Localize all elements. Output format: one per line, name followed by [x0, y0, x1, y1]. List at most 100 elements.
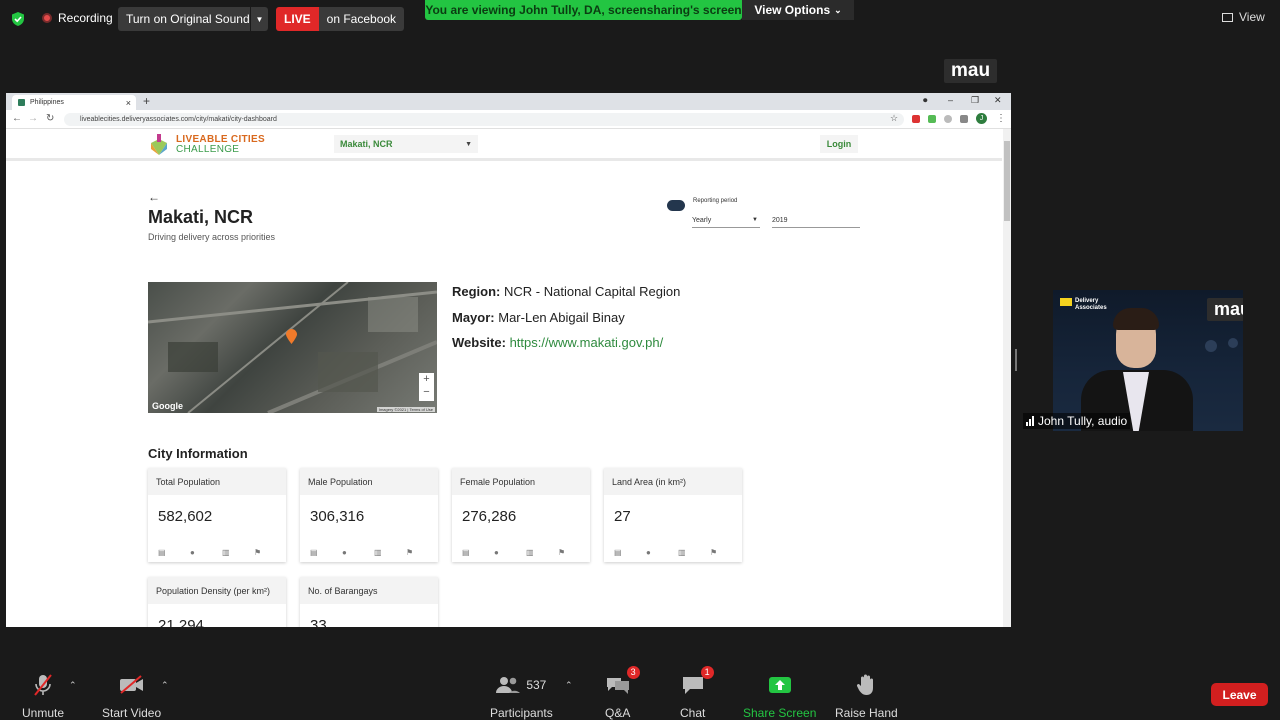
period-select[interactable]: Yearly ▼ — [692, 217, 760, 228]
back-arrow-icon[interactable]: ← — [148, 190, 160, 204]
page-subtitle: Driving delivery across priorities — [148, 232, 276, 242]
stat-card: Total Population 582,602 ▤ ● ▥ ⚑ — [148, 468, 286, 562]
table-icon[interactable]: ▤ — [310, 548, 342, 557]
table-icon[interactable]: ▤ — [462, 548, 494, 557]
view-button[interactable]: View — [1222, 10, 1265, 24]
period-select-value: Yearly — [692, 217, 712, 224]
live-tag: LIVE — [276, 7, 319, 31]
city-select[interactable]: Makati, NCR ▼ — [334, 135, 478, 153]
video-off-icon — [119, 672, 145, 698]
start-video-button[interactable]: Start Video — [102, 672, 161, 720]
year-select-value: 2019 — [772, 217, 788, 224]
qa-button[interactable]: 3 Q&A — [605, 666, 640, 720]
page-scrollbar[interactable] — [1003, 129, 1011, 627]
extension-icon[interactable] — [944, 115, 952, 123]
map-zoom-control[interactable]: + − — [419, 373, 434, 401]
scrollbar-thumb[interactable] — [1004, 141, 1010, 221]
shared-browser-window: Philippines × + ⏺ – ❐ ✕ ← → ↻ liveableci… — [6, 93, 1011, 627]
map-attribution[interactable]: Imagery ©2021 | Terms of Use — [376, 407, 435, 412]
stat-card-label: Total Population — [148, 468, 286, 495]
share-screen-label: Share Screen — [743, 706, 817, 720]
forward-arrow-icon[interactable]: → — [28, 113, 38, 124]
extension-icon[interactable] — [928, 115, 936, 123]
login-button[interactable]: Login — [820, 135, 858, 153]
view-options-button[interactable]: View Options ⌄ — [742, 0, 854, 20]
person-icon[interactable]: ● — [646, 548, 678, 557]
website-link[interactable]: https://www.makati.gov.ph/ — [510, 335, 664, 350]
extension-icon[interactable] — [912, 115, 920, 123]
raise-hand-icon — [856, 672, 876, 698]
website-label: Website: — [452, 335, 506, 350]
bar-chart-icon[interactable]: ▥ — [526, 548, 558, 557]
share-screen-button[interactable]: Share Screen — [743, 672, 816, 720]
stat-card-label: Population Density (per km²) — [148, 577, 286, 604]
bar-chart-icon[interactable]: ▥ — [222, 548, 254, 557]
participants-button[interactable]: 537 Participants — [490, 672, 553, 720]
panel-resize-handle[interactable] — [1015, 349, 1017, 371]
unmute-label: Unmute — [22, 706, 65, 720]
site-logo-text[interactable]: LIVEABLE CITIES CHALLENGE — [176, 135, 265, 155]
recording-label: Recording — [58, 11, 113, 25]
zoom-out-icon[interactable]: − — [419, 386, 434, 399]
flag-icon[interactable]: ⚑ — [558, 548, 590, 557]
raise-hand-button[interactable]: Raise Hand — [835, 672, 898, 720]
original-sound-button[interactable]: Turn on Original Sound ▼ — [118, 7, 268, 31]
stat-card-label: Land Area (in km²) — [604, 468, 742, 495]
close-window-icon[interactable]: ✕ — [994, 95, 1002, 106]
map-pin-icon[interactable] — [286, 329, 297, 344]
live-stream-indicator[interactable]: LIVE on Facebook — [276, 7, 405, 31]
tab-title: Philippines — [30, 99, 64, 106]
audio-options-chevron-icon[interactable]: ⌃ — [69, 680, 77, 691]
flag-icon[interactable]: ⚑ — [406, 548, 438, 557]
video-options-chevron-icon[interactable]: ⌃ — [161, 680, 169, 691]
flag-icon[interactable]: ⚑ — [254, 548, 286, 557]
person-icon[interactable]: ● — [190, 548, 222, 557]
stat-card: Population Density (per km²) 21,294 — [148, 577, 286, 627]
extensions-puzzle-icon[interactable] — [960, 115, 968, 123]
google-logo: Google — [152, 401, 183, 411]
liveable-cities-logo-icon — [151, 134, 167, 155]
participants-count: 537 — [526, 678, 547, 692]
restore-icon[interactable]: ❐ — [971, 95, 979, 106]
participant-name: John Tully, audio — [1038, 414, 1128, 428]
browser-tab[interactable]: Philippines × — [12, 95, 136, 110]
chevron-down-icon[interactable]: ▼ — [250, 7, 268, 31]
close-tab-icon[interactable]: × — [126, 98, 131, 108]
stat-card-label: Female Population — [452, 468, 590, 495]
kebab-menu-icon[interactable]: ⋮ — [996, 113, 1006, 124]
back-arrow-icon[interactable]: ← — [12, 113, 22, 124]
year-select[interactable]: 2019 — [772, 217, 860, 228]
shield-icon[interactable] — [10, 11, 26, 27]
participants-chevron-icon[interactable]: ⌃ — [565, 680, 573, 691]
minimize-icon[interactable]: – — [948, 95, 953, 105]
browser-toolbar: ← → ↻ liveablecities.deliveryassociates.… — [6, 110, 1011, 129]
zoom-in-icon[interactable]: + — [419, 373, 434, 386]
city-map[interactable]: + − Google Imagery ©2021 | Terms of Use — [148, 282, 437, 413]
browser-tab-strip: Philippines × + ⏺ – ❐ ✕ — [6, 93, 1011, 110]
dashboard-page: LIVEABLE CITIES CHALLENGE Makati, NCR ▼ … — [6, 129, 1002, 627]
unmute-button[interactable]: Unmute — [22, 672, 64, 720]
new-tab-icon[interactable]: + — [143, 94, 150, 108]
original-sound-label: Turn on Original Sound — [126, 12, 250, 26]
person-icon[interactable]: ● — [494, 548, 526, 557]
live-destination: on Facebook — [318, 7, 405, 31]
participant-video[interactable]: DeliveryAssociates mau John Tully, audio — [1023, 290, 1243, 431]
bar-chart-icon[interactable]: ▥ — [374, 548, 406, 557]
record-dot-icon[interactable]: ⏺ — [923, 95, 928, 106]
chat-button[interactable]: 1 Chat — [680, 666, 714, 720]
reporting-period-label: Reporting period — [693, 198, 738, 204]
bar-chart-icon[interactable]: ▥ — [678, 548, 710, 557]
flag-icon[interactable]: ⚑ — [710, 548, 742, 557]
table-icon[interactable]: ▤ — [614, 548, 646, 557]
profile-avatar[interactable]: J — [976, 113, 987, 124]
recording-indicator[interactable]: Recording — [42, 11, 113, 25]
participants-icon-group: 537 — [496, 672, 546, 698]
participants-label: Participants — [490, 706, 553, 720]
reload-icon[interactable]: ↻ — [46, 113, 54, 124]
table-icon[interactable]: ▤ — [158, 548, 190, 557]
leave-button[interactable]: Leave — [1211, 683, 1268, 706]
stat-card: No. of Barangays 33 — [300, 577, 438, 627]
person-icon[interactable]: ● — [342, 548, 374, 557]
bookmark-star-icon[interactable]: ☆ — [890, 113, 898, 124]
address-bar[interactable]: liveablecities.deliveryassociates.com/ci… — [64, 113, 904, 126]
